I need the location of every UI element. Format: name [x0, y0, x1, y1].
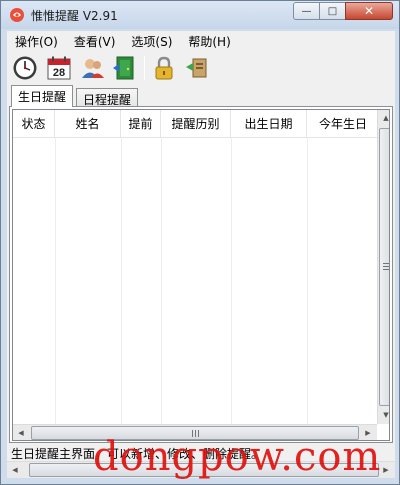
column-header-advance[interactable]: 提前: [121, 110, 161, 138]
column-divider: [161, 138, 162, 426]
app-window: 惟惟提醒 V2.91 — □ ✕ 操作(O) 查看(V) 选项(S) 帮助(H): [0, 0, 400, 485]
clock-button[interactable]: [11, 54, 39, 82]
scroll-down-icon[interactable]: ▼: [378, 407, 389, 423]
maximize-button[interactable]: □: [319, 2, 346, 20]
calendar-icon: 28: [47, 56, 71, 80]
vertical-scroll-thumb[interactable]: [379, 128, 389, 406]
column-header-name[interactable]: 姓名: [55, 110, 121, 138]
app-logo-icon: [10, 8, 24, 22]
clock-icon: [13, 56, 37, 80]
column-divider: [55, 138, 56, 426]
status-scroll-left-icon[interactable]: ◀: [7, 462, 23, 478]
calendar-day-label: 28: [53, 67, 65, 79]
plugin-icon: [186, 58, 207, 78]
exit-door-icon: [113, 56, 134, 80]
list-header: 状态 姓名 提前 提醒历别 出生日期 今年生日: [13, 110, 379, 138]
calendar-button[interactable]: 28: [45, 54, 73, 82]
title-bar[interactable]: 惟惟提醒 V2.91 — □ ✕: [1, 1, 399, 29]
contacts-icon: [82, 59, 104, 78]
menu-help[interactable]: 帮助(H): [180, 31, 238, 51]
column-header-status[interactable]: 状态: [13, 110, 55, 138]
scroll-left-icon[interactable]: ◀: [13, 425, 29, 440]
menu-bar: 操作(O) 查看(V) 选项(S) 帮助(H): [7, 31, 395, 51]
minimize-button[interactable]: —: [293, 2, 320, 20]
column-header-birth-date[interactable]: 出生日期: [231, 110, 307, 138]
toolbar-separator: [144, 56, 145, 80]
plugin-button[interactable]: [182, 54, 210, 82]
watermark-text: dongpow.com: [93, 434, 382, 480]
contacts-button[interactable]: [79, 54, 107, 82]
toolbar: 28: [7, 51, 395, 85]
window-title: 惟惟提醒 V2.91: [31, 9, 118, 23]
column-divider: [307, 138, 308, 426]
exit-button[interactable]: [111, 54, 139, 82]
minimize-icon: —: [301, 5, 312, 17]
tab-panel: 状态 姓名 提前 提醒历别 出生日期 今年生日 ▲ ▼ ◀ ▶: [9, 106, 393, 443]
menu-operate[interactable]: 操作(O): [7, 31, 66, 51]
column-divider: [231, 138, 232, 426]
menu-view[interactable]: 查看(V): [66, 31, 124, 51]
menu-options[interactable]: 选项(S): [123, 31, 180, 51]
close-icon: ✕: [363, 4, 375, 18]
vertical-scrollbar[interactable]: ▲ ▼: [377, 110, 389, 424]
tab-schedule-reminder[interactable]: 日程提醒: [76, 88, 139, 108]
column-header-calendar-type[interactable]: 提醒历别: [161, 110, 231, 138]
birthday-list[interactable]: 状态 姓名 提前 提醒历别 出生日期 今年生日 ▲ ▼ ◀ ▶: [12, 109, 390, 441]
column-divider: [121, 138, 122, 426]
column-header-this-year-birthday[interactable]: 今年生日: [307, 110, 379, 138]
content-area: 生日提醒 日程提醒 状态 姓名 提前 提醒历别 出生日期 今年生日 ▲ ▼ ◀ …: [7, 85, 395, 443]
lock-icon: [155, 56, 173, 80]
maximize-icon: □: [327, 5, 338, 17]
scroll-up-icon[interactable]: ▲: [378, 110, 389, 126]
tab-birthday-reminder[interactable]: 生日提醒: [11, 85, 74, 107]
close-button[interactable]: ✕: [345, 2, 393, 20]
lock-button[interactable]: [150, 54, 178, 82]
